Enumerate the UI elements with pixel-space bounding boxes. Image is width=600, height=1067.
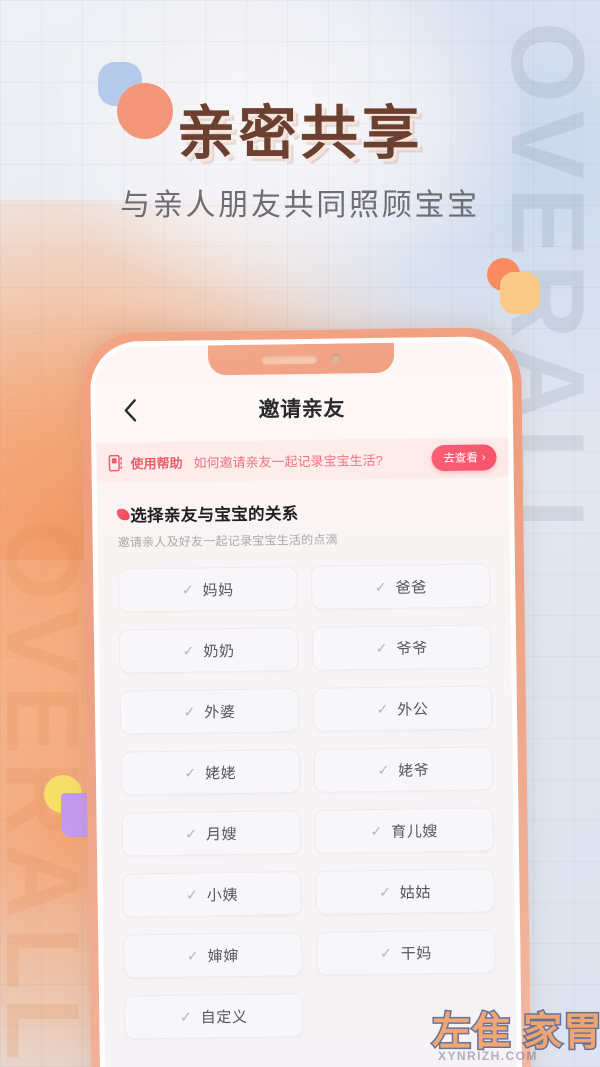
relationship-option-label: 姥姥 (205, 764, 237, 782)
check-icon: ✓ (181, 581, 194, 598)
section-marker-icon (116, 507, 131, 522)
relationship-option[interactable]: ✓ 婶婶 (123, 932, 303, 979)
relationship-option[interactable]: ✓ 姑姑 (315, 868, 495, 915)
poster-headline: 亲密共享 (177, 101, 423, 166)
relationship-option-label: 外公 (397, 700, 429, 719)
relationship-option[interactable]: ✓ 姥姥 (120, 749, 301, 796)
check-icon: ✓ (376, 700, 389, 718)
check-icon: ✓ (179, 1008, 192, 1025)
phone-mockup: 邀请亲友 使用帮助 如何邀请亲友一起记录宝宝生活? 去查看 › 选择亲友与宝宝的… (80, 326, 532, 1067)
page-title: 邀请亲友 (258, 397, 346, 422)
relationship-option[interactable]: ✓ 外公 (312, 685, 493, 732)
check-icon: ✓ (184, 764, 197, 781)
relationship-option[interactable]: ✓ 育儿嫂 (314, 807, 494, 854)
check-icon: ✓ (379, 944, 392, 961)
relationship-option-label: 婶婶 (207, 947, 240, 965)
relationship-option-label: 爷爷 (396, 639, 428, 658)
relationship-option-label: 奶奶 (203, 642, 235, 660)
speaker-slot-icon (261, 354, 318, 365)
phone-screen: 邀请亲友 使用帮助 如何邀请亲友一起记录宝宝生活? 去查看 › 选择亲友与宝宝的… (94, 341, 518, 1067)
decor-amber-square-right (500, 272, 540, 314)
manual-book-icon (108, 454, 123, 471)
check-icon: ✓ (374, 578, 387, 596)
poster-subheadline: 与亲人朋友共同照顾宝宝 (120, 189, 480, 222)
check-icon: ✓ (183, 703, 196, 720)
help-banner[interactable]: 使用帮助 如何邀请亲友一起记录宝宝生活? 去查看 › (96, 437, 509, 483)
relationship-option[interactable]: ✓ 外婆 (119, 688, 300, 735)
app-navigation-bar: 邀请亲友 (95, 373, 509, 443)
check-icon: ✓ (370, 822, 383, 840)
relationship-option[interactable]: ✓ 爸爸 (310, 563, 491, 610)
relationship-option[interactable]: ✓ 奶奶 (118, 627, 299, 674)
relationship-option-label: 育儿嫂 (391, 822, 439, 841)
section-subtitle: 邀请亲人及好友一起记录宝宝生活的点滴 (117, 532, 339, 550)
relationship-option[interactable]: ✓ 爷爷 (311, 624, 492, 671)
go-view-button[interactable]: 去查看 › (431, 444, 497, 472)
relationship-option-label: 姑姑 (399, 883, 432, 902)
relationship-option-label: 自定义 (200, 1008, 248, 1026)
check-icon: ✓ (375, 639, 388, 657)
back-button[interactable] (116, 396, 144, 424)
chevron-right-icon: › (481, 451, 486, 464)
relationship-option-label: 姥爷 (398, 761, 430, 780)
relationship-option[interactable]: ✓ 姥爷 (313, 746, 494, 793)
phone-notch (207, 342, 395, 376)
check-icon: ✓ (182, 642, 195, 659)
front-camera-icon (331, 353, 342, 364)
check-icon: ✓ (378, 883, 391, 900)
section-title-row: 选择亲友与宝宝的关系 (116, 497, 489, 526)
relationship-option-label: 外婆 (204, 703, 236, 721)
relationship-option-label: 爸爸 (395, 578, 427, 597)
relationship-option[interactable]: ✓ 自定义 (123, 993, 304, 1040)
relationship-option[interactable]: ✓ 小姨 (122, 871, 302, 918)
relationship-option[interactable]: ✓ 干妈 (316, 929, 496, 976)
check-icon: ✓ (185, 886, 198, 903)
go-view-button-label: 去查看 (443, 452, 478, 466)
relationship-option-grid: ✓ 妈妈 ✓ 爸爸 ✓ 奶奶 ✓ 爷爷 ✓ 外婆 ✓ 外公 ✓ 姥姥 ✓ 姥爷 … (118, 563, 497, 1040)
check-icon: ✓ (186, 947, 199, 964)
check-icon: ✓ (185, 825, 198, 842)
chevron-left-icon (122, 398, 137, 422)
section-title: 选择亲友与宝宝的关系 (130, 505, 299, 526)
relationship-option[interactable]: ✓ 妈妈 (118, 566, 298, 613)
help-banner-label: 使用帮助 (130, 455, 183, 471)
relationship-option-label: 小姨 (206, 886, 239, 904)
relationship-option-label: 干妈 (400, 944, 432, 963)
relationship-section: 选择亲友与宝宝的关系 邀请亲人及好友一起记录宝宝生活的点滴 ✓ 妈妈 ✓ 爸爸 … (97, 477, 517, 1040)
help-banner-text: 如何邀请亲友一起记录宝宝生活? (193, 452, 383, 471)
check-icon: ✓ (377, 761, 390, 779)
relationship-option[interactable]: ✓ 月嫂 (121, 810, 302, 857)
relationship-option-label: 月嫂 (205, 825, 238, 843)
relationship-option-label: 妈妈 (202, 581, 234, 599)
